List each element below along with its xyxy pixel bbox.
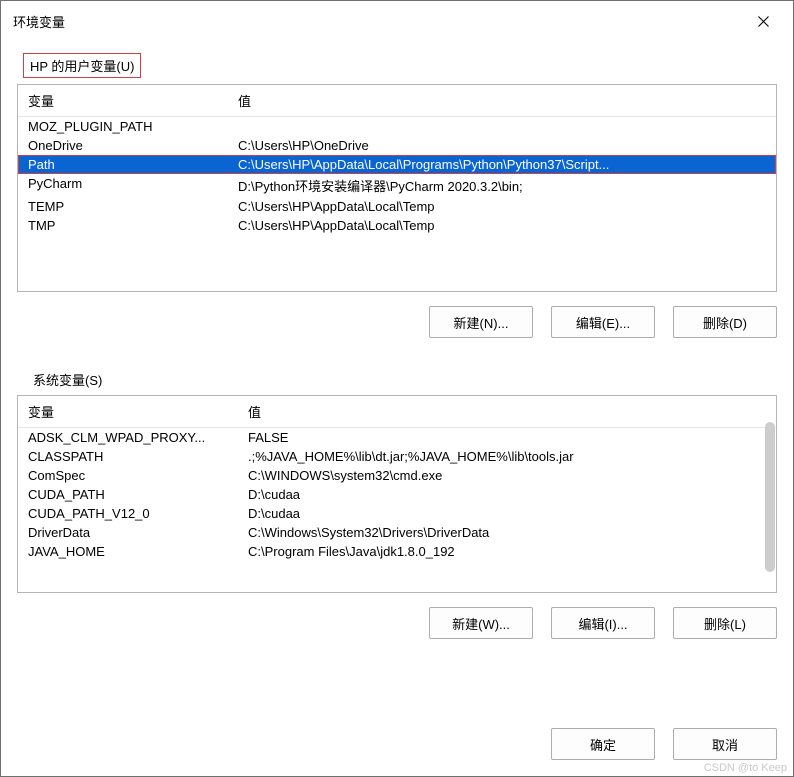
env-vars-dialog: 环境变量 HP 的用户变量(U) 变量 值 MOZ_PLUGIN_PATHOne… xyxy=(0,0,794,777)
ok-button[interactable]: 确定 xyxy=(551,728,655,760)
system-vars-group: 系统变量(S) 变量 值 ADSK_CLM_WPAD_PROXY...FALSE… xyxy=(17,368,777,639)
cell-value: D:\cudaa xyxy=(238,504,776,523)
table-row[interactable]: PyCharmD:\Python环境安装编译器\PyCharm 2020.3.2… xyxy=(18,174,776,197)
cell-value: D:\Python环境安装编译器\PyCharm 2020.3.2\bin; xyxy=(228,174,776,197)
cell-variable: CUDA_PATH xyxy=(18,485,238,504)
table-row[interactable]: DriverDataC:\Windows\System32\Drivers\Dr… xyxy=(18,523,776,542)
table-row[interactable]: TMPC:\Users\HP\AppData\Local\Temp xyxy=(18,216,776,235)
cell-value xyxy=(228,117,776,136)
table-row[interactable]: CUDA_PATH_V12_0D:\cudaa xyxy=(18,504,776,523)
user-buttons-row: 新建(N)... 编辑(E)... 删除(D) xyxy=(17,306,777,338)
cell-variable: TEMP xyxy=(18,197,228,216)
scrollbar-thumb[interactable] xyxy=(765,422,775,572)
watermark: CSDN @to Keep xyxy=(704,762,787,774)
table-row[interactable]: MOZ_PLUGIN_PATH xyxy=(18,117,776,136)
cell-value: C:\WINDOWS\system32\cmd.exe xyxy=(238,466,776,485)
col-variable[interactable]: 变量 xyxy=(18,396,238,427)
cell-variable: PyCharm xyxy=(18,174,228,197)
table-row[interactable]: CLASSPATH.;%JAVA_HOME%\lib\dt.jar;%JAVA_… xyxy=(18,447,776,466)
cell-variable: JAVA_HOME xyxy=(18,542,238,561)
user-delete-button[interactable]: 删除(D) xyxy=(673,306,777,338)
user-list-header: 变量 值 xyxy=(18,85,776,117)
cell-value: C:\Users\HP\AppData\Local\Programs\Pytho… xyxy=(228,155,776,174)
user-new-button[interactable]: 新建(N)... xyxy=(429,306,533,338)
cancel-button[interactable]: 取消 xyxy=(673,728,777,760)
user-vars-label: HP 的用户变量(U) xyxy=(23,53,141,78)
titlebar: 环境变量 xyxy=(1,1,793,41)
cell-variable: CLASSPATH xyxy=(18,447,238,466)
table-row[interactable]: CUDA_PATHD:\cudaa xyxy=(18,485,776,504)
cell-value: FALSE xyxy=(238,428,776,447)
close-icon xyxy=(758,16,769,27)
cell-value: D:\cudaa xyxy=(238,485,776,504)
cell-variable: CUDA_PATH_V12_0 xyxy=(18,504,238,523)
system-vars-list[interactable]: 变量 值 ADSK_CLM_WPAD_PROXY...FALSECLASSPAT… xyxy=(17,395,777,593)
col-value[interactable]: 值 xyxy=(238,396,271,427)
cell-variable: ADSK_CLM_WPAD_PROXY... xyxy=(18,428,238,447)
close-button[interactable] xyxy=(743,7,783,35)
cell-value: C:\Users\HP\AppData\Local\Temp xyxy=(228,216,776,235)
sys-delete-button[interactable]: 删除(L) xyxy=(673,607,777,639)
sys-buttons-row: 新建(W)... 编辑(I)... 删除(L) xyxy=(17,607,777,639)
table-row[interactable]: ADSK_CLM_WPAD_PROXY...FALSE xyxy=(18,428,776,447)
dialog-title: 环境变量 xyxy=(13,12,65,31)
user-edit-button[interactable]: 编辑(E)... xyxy=(551,306,655,338)
user-vars-group: HP 的用户变量(U) 变量 值 MOZ_PLUGIN_PATHOneDrive… xyxy=(17,53,777,338)
cell-value: .;%JAVA_HOME%\lib\dt.jar;%JAVA_HOME%\lib… xyxy=(238,447,776,466)
cell-variable: TMP xyxy=(18,216,228,235)
cell-value: C:\Windows\System32\Drivers\DriverData xyxy=(238,523,776,542)
col-value[interactable]: 值 xyxy=(228,85,261,116)
sys-edit-button[interactable]: 编辑(I)... xyxy=(551,607,655,639)
system-vars-label: 系统变量(S) xyxy=(27,368,108,391)
table-row[interactable]: ComSpecC:\WINDOWS\system32\cmd.exe xyxy=(18,466,776,485)
cell-variable: ComSpec xyxy=(18,466,238,485)
col-variable[interactable]: 变量 xyxy=(18,85,228,116)
table-row[interactable]: OneDriveC:\Users\HP\OneDrive xyxy=(18,136,776,155)
cell-variable: DriverData xyxy=(18,523,238,542)
cell-variable: MOZ_PLUGIN_PATH xyxy=(18,117,228,136)
sys-list-header: 变量 值 xyxy=(18,396,776,428)
user-vars-list[interactable]: 变量 值 MOZ_PLUGIN_PATHOneDriveC:\Users\HP\… xyxy=(17,84,777,292)
cell-value: C:\Users\HP\AppData\Local\Temp xyxy=(228,197,776,216)
dialog-body: HP 的用户变量(U) 变量 值 MOZ_PLUGIN_PATHOneDrive… xyxy=(1,41,793,728)
user-list-rows: MOZ_PLUGIN_PATHOneDriveC:\Users\HP\OneDr… xyxy=(18,117,776,235)
cell-value: C:\Users\HP\OneDrive xyxy=(228,136,776,155)
dialog-footer-buttons: 确定 取消 xyxy=(1,728,793,776)
cell-variable: OneDrive xyxy=(18,136,228,155)
table-row[interactable]: PathC:\Users\HP\AppData\Local\Programs\P… xyxy=(18,155,776,174)
table-row[interactable]: JAVA_HOMEC:\Program Files\Java\jdk1.8.0_… xyxy=(18,542,776,561)
sys-new-button[interactable]: 新建(W)... xyxy=(429,607,533,639)
table-row[interactable]: TEMPC:\Users\HP\AppData\Local\Temp xyxy=(18,197,776,216)
sys-list-rows: ADSK_CLM_WPAD_PROXY...FALSECLASSPATH.;%J… xyxy=(18,428,776,561)
cell-variable: Path xyxy=(18,155,228,174)
cell-value: C:\Program Files\Java\jdk1.8.0_192 xyxy=(238,542,776,561)
